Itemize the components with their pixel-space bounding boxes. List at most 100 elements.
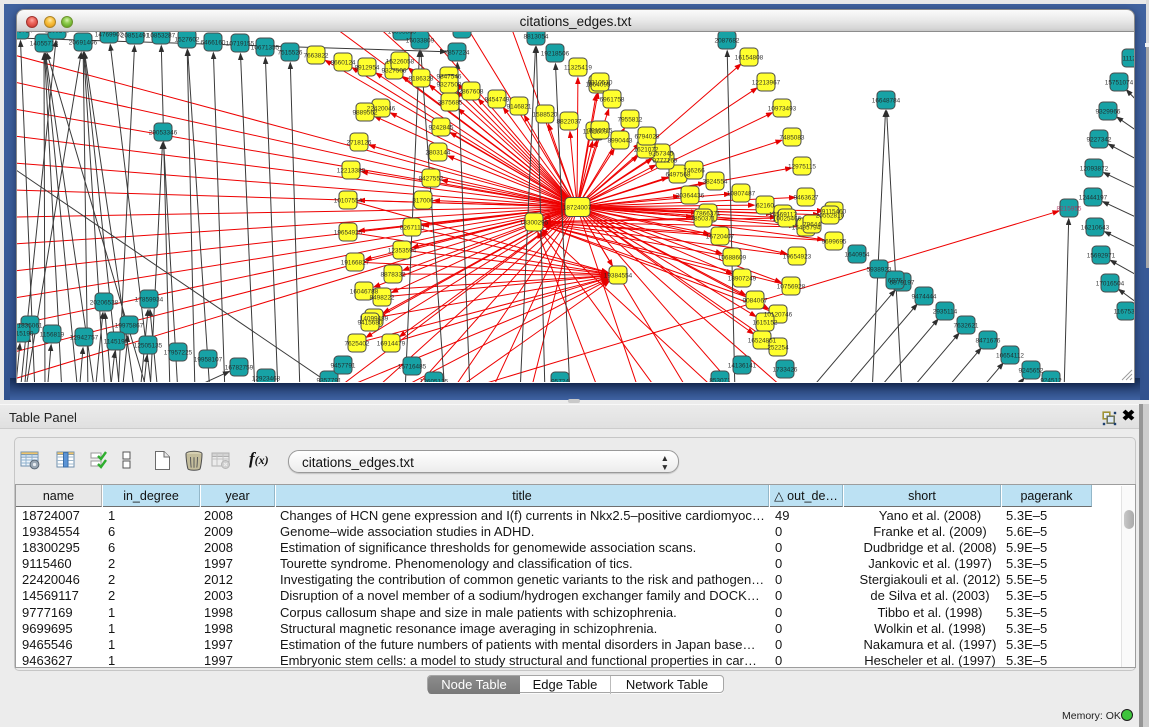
svg-text:15751074: 15751074	[1105, 79, 1134, 86]
svg-text:9357791: 9357791	[317, 377, 342, 382]
svg-text:317006: 317006	[412, 197, 434, 204]
svg-text:19975867: 19975867	[115, 322, 144, 329]
svg-text:15226058: 15226058	[386, 58, 415, 65]
svg-text:17957225: 17957225	[164, 349, 193, 356]
svg-text:7663822: 7663822	[304, 52, 329, 59]
svg-text:16524851: 16524851	[748, 337, 777, 344]
svg-text:8813054: 8813054	[524, 33, 549, 40]
svg-text:6876: 6876	[888, 277, 903, 284]
svg-text:16210643: 16210643	[1081, 224, 1110, 231]
svg-text:12213389: 12213389	[337, 167, 366, 174]
svg-text:12093872: 12093872	[1080, 165, 1109, 172]
svg-text:9329966: 9329966	[1096, 108, 1121, 115]
svg-text:8822037: 8822037	[557, 118, 582, 125]
svg-text:9084067: 9084067	[743, 297, 768, 304]
svg-text:19654923: 19654923	[783, 253, 812, 260]
svg-text:7905714: 7905714	[16, 32, 33, 34]
svg-text:10654112: 10654112	[996, 352, 1024, 359]
svg-text:18724007: 18724007	[563, 204, 592, 211]
svg-text:12444197: 12444197	[1079, 194, 1108, 201]
svg-text:11123: 11123	[1123, 55, 1135, 62]
svg-text:10688609: 10688609	[718, 254, 747, 261]
svg-text:12942757: 12942757	[70, 334, 99, 341]
svg-text:8267110: 8267110	[400, 224, 425, 231]
svg-text:18300295: 18300295	[520, 219, 549, 226]
svg-text:9699695: 9699695	[822, 238, 847, 245]
svg-text:252254: 252254	[767, 344, 789, 351]
svg-text:8471676: 8471676	[976, 337, 1001, 344]
svg-text:8215955: 8215955	[1057, 205, 1082, 212]
svg-text:2867608: 2867608	[459, 88, 484, 95]
svg-text:9310510: 9310510	[588, 79, 613, 86]
svg-text:1733426: 1733426	[773, 366, 798, 373]
svg-text:17859934: 17859934	[135, 296, 164, 303]
svg-text:19384554: 19384554	[604, 272, 633, 279]
svg-text:7485083: 7485083	[780, 134, 805, 141]
svg-text:19958107: 19958107	[194, 356, 223, 363]
svg-text:7632621: 7632621	[954, 322, 979, 329]
svg-text:7850371: 7850371	[691, 215, 716, 222]
svg-text:19654925: 19654925	[334, 229, 363, 236]
svg-text:7515526: 7515526	[278, 49, 303, 56]
svg-text:12923468: 12923468	[252, 375, 281, 382]
svg-text:9245652: 9245652	[1019, 367, 1044, 374]
svg-text:7915715: 7915715	[588, 127, 613, 134]
svg-text:1588520: 1588520	[533, 111, 558, 118]
svg-text:10120746: 10120746	[764, 311, 793, 318]
svg-text:29053346: 29053346	[149, 129, 178, 136]
svg-text:9474444: 9474444	[912, 293, 937, 300]
svg-text:16914479: 16914479	[377, 340, 406, 347]
svg-text:8186328: 8186328	[409, 75, 434, 82]
svg-text:2718126: 2718126	[347, 139, 372, 146]
svg-text:3875685: 3875685	[438, 99, 463, 106]
svg-text:62160: 62160	[756, 202, 774, 209]
svg-text:16093809: 16093809	[388, 32, 417, 35]
svg-text:853071: 853071	[709, 377, 731, 382]
svg-text:2087682: 2087682	[715, 37, 740, 44]
svg-text:12505135: 12505135	[134, 342, 163, 349]
svg-text:16782759: 16782759	[225, 364, 254, 371]
svg-text:10756928: 10756928	[777, 283, 806, 290]
svg-text:16033809: 16033809	[406, 37, 435, 44]
svg-text:9777169: 9777169	[653, 157, 678, 164]
svg-text:7857224: 7857224	[445, 49, 470, 56]
svg-text:746266: 746266	[683, 167, 705, 174]
svg-text:9227342: 9227342	[1087, 136, 1112, 143]
svg-text:10853287: 10853287	[147, 32, 176, 39]
svg-text:2803144: 2803144	[426, 149, 451, 156]
svg-text:20364436: 20364436	[676, 192, 705, 199]
svg-text:15923: 15923	[453, 32, 471, 33]
svg-text:9347546: 9347546	[437, 73, 462, 80]
svg-text:20552810: 20552810	[816, 212, 845, 219]
svg-text:12353594: 12353594	[388, 247, 417, 254]
svg-text:12975115: 12975115	[788, 163, 816, 170]
svg-text:8878332: 8878332	[381, 271, 406, 278]
svg-text:15716485: 15716485	[398, 363, 427, 370]
svg-text:10107554: 10107554	[334, 197, 363, 204]
svg-text:5938923: 5938923	[867, 266, 892, 273]
svg-text:9889562: 9889562	[353, 109, 378, 116]
svg-text:10807487: 10807487	[727, 190, 756, 197]
svg-text:9327508: 9327508	[437, 81, 462, 88]
svg-text:1156819: 1156819	[40, 331, 65, 338]
svg-text:8912954: 8912954	[355, 64, 380, 71]
svg-text:1167533: 1167533	[1114, 308, 1135, 315]
svg-text:8427552: 8427552	[419, 175, 444, 182]
svg-text:19218506: 19218506	[541, 50, 570, 57]
svg-text:14055713: 14055713	[30, 40, 59, 47]
svg-text:6794028: 6794028	[635, 133, 660, 140]
svg-text:8990443: 8990443	[608, 137, 633, 144]
svg-text:1527602: 1527602	[175, 36, 200, 43]
svg-text:9146821: 9146821	[507, 103, 532, 110]
svg-text:10025466: 10025466	[773, 215, 802, 222]
svg-text:9165206: 9165206	[45, 32, 70, 34]
svg-text:18907249: 18907249	[728, 275, 757, 282]
svg-text:15720407: 15720407	[706, 233, 735, 240]
svg-text:79644: 79644	[803, 221, 821, 228]
svg-text:1835061: 1835061	[18, 322, 43, 329]
svg-text:14769902: 14769902	[95, 32, 124, 38]
svg-text:2935114: 2935114	[933, 308, 958, 315]
svg-text:16648784: 16648784	[872, 97, 901, 104]
svg-text:8660124: 8660124	[331, 59, 356, 66]
svg-text:20691406: 20691406	[69, 39, 98, 46]
